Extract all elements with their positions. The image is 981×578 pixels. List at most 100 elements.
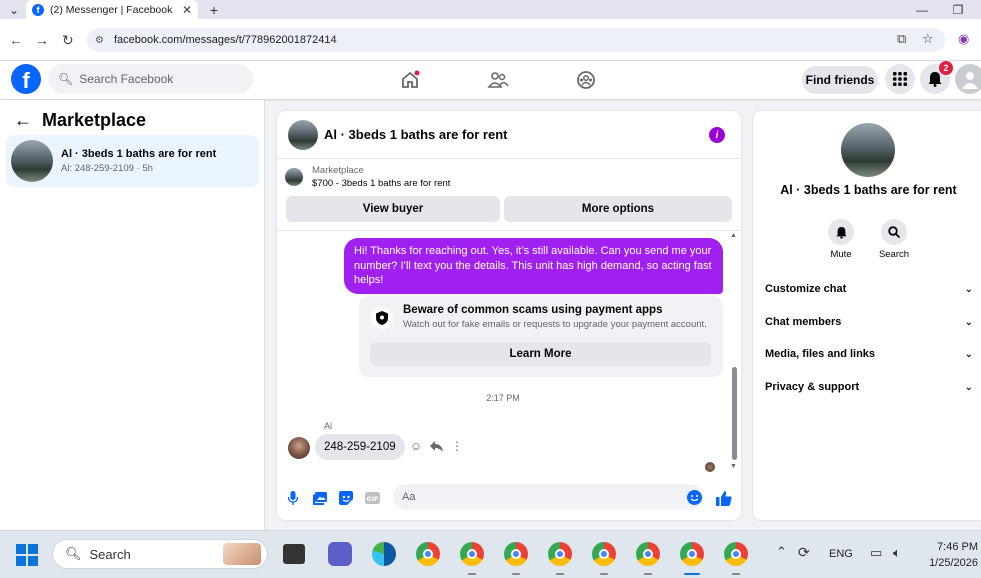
view-buyer-button[interactable]: View buyer <box>286 196 500 222</box>
chevron-down-icon: ⌄ <box>964 283 973 295</box>
search-label: Search <box>878 249 910 260</box>
row-label: Chat members <box>765 316 842 328</box>
menu-grid-icon[interactable] <box>885 64 915 94</box>
conversation-info-icon[interactable]: i <box>709 127 725 143</box>
reload-icon[interactable]: ↻ <box>62 32 74 49</box>
network-icon[interactable]: ▭ <box>870 545 882 561</box>
listing-mini-thumbnail <box>285 168 303 186</box>
teams-chat-icon[interactable] <box>328 542 352 566</box>
tab-search-chevron-icon[interactable]: ⌄ <box>6 0 22 19</box>
profile-icon[interactable]: ◉ <box>958 31 969 47</box>
running-indicator <box>468 573 476 575</box>
sender-avatar[interactable] <box>288 437 310 459</box>
windows-start-icon[interactable] <box>16 544 38 566</box>
sync-status-icon[interactable]: ⟳ <box>798 544 810 561</box>
running-indicator <box>556 573 564 575</box>
task-view-icon[interactable] <box>283 544 305 564</box>
chat-header: Al · 3beds 1 baths are for rent i <box>277 111 741 159</box>
details-avatar[interactable] <box>841 123 895 177</box>
find-friends-button[interactable]: Find friends <box>802 66 878 94</box>
message-timestamp: 2:17 PM <box>486 393 520 403</box>
media-files-links-row[interactable]: Media, files and links ⌄ <box>765 344 973 364</box>
more-vertical-icon[interactable]: ⋮ <box>449 438 465 454</box>
sticker-icon[interactable] <box>338 490 354 506</box>
mute-button[interactable]: Mute <box>821 219 861 260</box>
conversation-item[interactable]: Al · 3beds 1 baths are for rent Al: 248-… <box>6 135 259 187</box>
listing-banner[interactable]: Marketplace $700 - 3beds 1 baths are for… <box>285 165 450 189</box>
facebook-favicon-icon: f <box>32 3 44 16</box>
facebook-logo-icon[interactable]: f <box>11 64 41 94</box>
facebook-search-input[interactable]: 🔍︎ Search Facebook <box>48 64 253 94</box>
marketplace-header: ← Marketplace <box>14 110 146 131</box>
taskbar-search-placeholder: Search <box>89 546 131 562</box>
tab-close-icon[interactable]: ✕ <box>182 3 192 17</box>
chrome-profile-icon[interactable] <box>460 542 484 566</box>
groups-icon[interactable] <box>574 69 598 91</box>
marketplace-title: Marketplace <box>42 110 147 130</box>
chrome-profile-icon[interactable] <box>636 542 660 566</box>
emoji-smiley-icon[interactable] <box>687 490 702 505</box>
running-indicator <box>600 573 608 575</box>
clock-time: 7:46 PM <box>937 541 978 553</box>
url-field[interactable]: ⚙ facebook.com/messages/t/77896200187241… <box>87 28 945 52</box>
back-arrow-icon[interactable]: ← <box>14 110 32 131</box>
taskbar-search-input[interactable]: 🔍︎ Search <box>52 539 268 569</box>
chevron-down-icon: ⌄ <box>964 316 973 328</box>
site-settings-icon[interactable]: ⚙ <box>95 35 104 46</box>
tray-chevron-up-icon[interactable]: ⌃ <box>776 544 787 560</box>
listing-thumbnail <box>11 140 53 182</box>
running-indicator <box>732 573 740 575</box>
chrome-profile-icon[interactable] <box>592 542 616 566</box>
outgoing-message-bubble[interactable]: Hi! Thanks for reaching out. Yes, it’s s… <box>344 238 723 294</box>
restore-window-icon[interactable]: ❐ <box>950 0 966 19</box>
conversation-details-panel: Al · 3beds 1 baths are for rent Mute Sea… <box>753 111 981 520</box>
input-language[interactable]: ENG <box>829 548 853 560</box>
edge-browser-icon[interactable] <box>372 542 396 566</box>
bookmark-star-icon[interactable]: ☆ <box>922 31 934 47</box>
chrome-profile-icon[interactable] <box>504 542 528 566</box>
bell-icon <box>828 219 854 245</box>
search-icon <box>881 219 907 245</box>
forward-arrow-icon[interactable]: → <box>35 32 49 48</box>
learn-more-button[interactable]: Learn More <box>370 342 711 366</box>
friends-icon[interactable] <box>486 69 510 91</box>
chrome-profile-icon[interactable] <box>548 542 572 566</box>
system-clock[interactable]: 7:46 PM 1/25/2026 <box>918 539 978 571</box>
photo-gallery-icon[interactable] <box>312 490 328 506</box>
customize-chat-row[interactable]: Customize chat ⌄ <box>765 279 973 299</box>
react-smiley-icon[interactable]: ☺ <box>408 438 424 454</box>
thumbs-up-icon[interactable] <box>716 490 732 506</box>
chrome-icon[interactable] <box>416 542 440 566</box>
message-input[interactable]: Aa <box>393 484 703 510</box>
privacy-support-row[interactable]: Privacy & support ⌄ <box>765 377 973 397</box>
scroll-down-arrow-icon[interactable]: ▼ <box>730 463 737 470</box>
more-options-button[interactable]: More options <box>504 196 732 222</box>
chevron-down-icon: ⌄ <box>964 348 973 360</box>
listing-price: $700 - 3beds 1 baths are for rent <box>312 178 451 189</box>
chat-scrollbar-thumb[interactable] <box>732 367 737 460</box>
running-indicator <box>512 573 520 575</box>
minimize-window-icon[interactable]: — <box>914 0 930 19</box>
home-icon[interactable] <box>398 69 422 91</box>
chat-title[interactable]: Al · 3beds 1 baths are for rent <box>324 127 508 142</box>
mute-label: Mute <box>830 249 852 260</box>
microphone-icon[interactable] <box>285 490 301 506</box>
listing-label: Marketplace <box>312 165 364 176</box>
chrome-active-profile-icon[interactable] <box>680 542 704 566</box>
details-name: Al · 3beds 1 baths are for rent <box>780 183 957 197</box>
install-app-icon[interactable]: ⧉ <box>897 31 906 47</box>
back-arrow-icon[interactable]: ← <box>9 32 23 48</box>
chrome-profile-icon[interactable] <box>724 542 748 566</box>
chat-avatar[interactable] <box>288 119 318 150</box>
search-in-conversation-button[interactable]: Search <box>874 219 914 260</box>
volume-icon[interactable]: 🔈︎ <box>893 545 901 561</box>
incoming-message-bubble[interactable]: 248-259-2109 <box>315 434 405 460</box>
chat-members-row[interactable]: Chat members ⌄ <box>765 312 973 332</box>
browser-tab-messenger[interactable]: f (2) Messenger | Facebook ✕ <box>26 0 198 19</box>
new-tab-button[interactable]: + <box>206 0 222 19</box>
gif-icon[interactable]: GIF <box>364 490 380 506</box>
facebook-header: f 🔍︎ Search Facebook Find friends 2 <box>0 61 981 99</box>
reply-arrow-icon[interactable] <box>428 438 444 454</box>
account-avatar-icon[interactable] <box>955 64 981 94</box>
scroll-up-arrow-icon[interactable]: ▲ <box>730 232 737 239</box>
